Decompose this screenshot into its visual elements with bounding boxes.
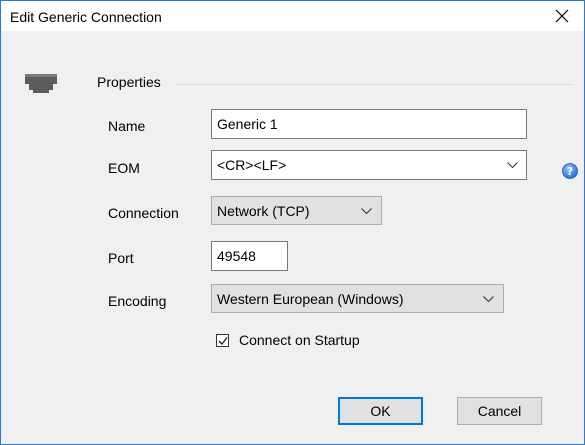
encoding-dropdown[interactable]: Western European (Windows) — [211, 284, 504, 313]
network-connector-icon — [25, 74, 57, 93]
name-input[interactable] — [211, 109, 527, 139]
chevron-down-icon — [361, 208, 372, 215]
chevron-down-icon[interactable] — [507, 162, 518, 169]
chevron-down-icon — [483, 296, 494, 303]
encoding-label: Encoding — [108, 293, 167, 309]
dialog-title: Edit Generic Connection — [10, 9, 162, 25]
eom-label: EOM — [108, 160, 140, 176]
port-label: Port — [108, 250, 134, 266]
cancel-button[interactable]: Cancel — [457, 397, 542, 425]
svg-text:?: ? — [567, 165, 573, 178]
connect-on-startup-label[interactable]: Connect on Startup — [239, 332, 360, 348]
eom-combobox[interactable]: <CR><LF> — [211, 150, 527, 180]
help-icon[interactable]: ? — [562, 163, 578, 179]
section-properties-label: Properties — [97, 74, 161, 90]
connection-value: Network (TCP) — [217, 203, 310, 219]
connection-label: Connection — [108, 205, 179, 221]
title-bar[interactable]: Edit Generic Connection — [1, 1, 584, 31]
edit-generic-connection-dialog: Edit Generic Connection Properties Name … — [0, 0, 585, 445]
eom-value[interactable]: <CR><LF> — [217, 157, 286, 173]
port-input[interactable] — [211, 241, 288, 271]
connection-dropdown[interactable]: Network (TCP) — [211, 196, 382, 225]
checkmark-icon — [218, 337, 228, 346]
section-divider — [177, 84, 573, 85]
ok-button[interactable]: OK — [338, 397, 423, 425]
connect-on-startup-checkbox[interactable] — [216, 334, 229, 347]
close-button[interactable] — [540, 1, 584, 31]
encoding-value: Western European (Windows) — [217, 291, 404, 307]
close-icon — [555, 9, 569, 23]
name-label: Name — [108, 118, 146, 134]
